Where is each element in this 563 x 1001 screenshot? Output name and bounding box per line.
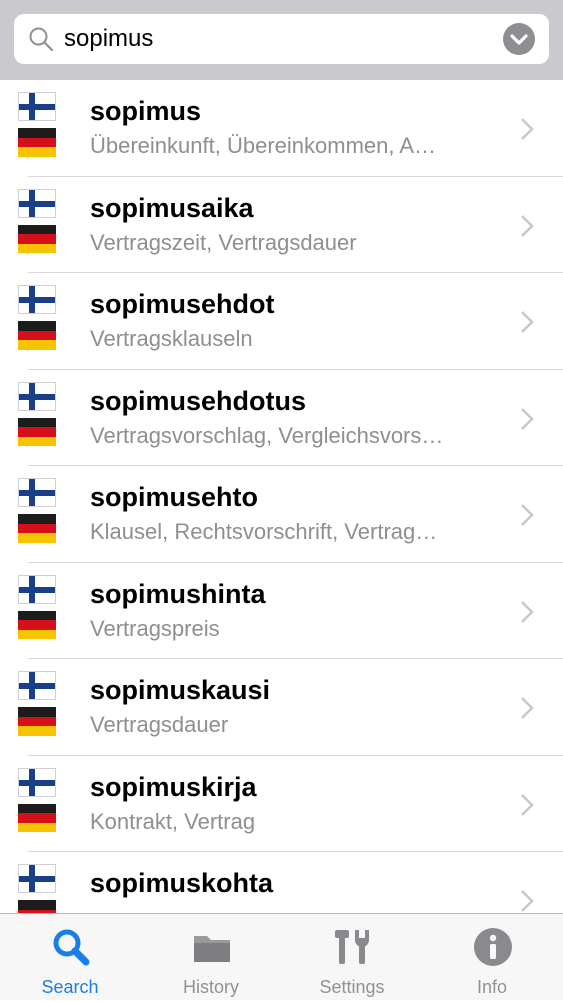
results-list: sopimus Übereinkunft, Übereinkommen, A… …	[0, 80, 563, 913]
translation: Vertragspreis	[90, 615, 220, 641]
finnish-flag-icon	[18, 864, 56, 893]
german-flag-icon	[18, 128, 56, 157]
search-input[interactable]	[64, 14, 484, 64]
info-icon	[474, 928, 512, 966]
term: sopimushinta	[90, 578, 266, 609]
finnish-flag-icon	[18, 285, 56, 314]
term: sopimuskausi	[90, 675, 271, 705]
chevron-right-icon	[521, 407, 534, 430]
list-item[interactable]: sopimuskirja Kontrakt, Vertrag	[0, 756, 563, 853]
german-flag-icon	[18, 610, 56, 640]
chevron-right-icon	[521, 600, 534, 623]
term: sopimusehto	[90, 482, 259, 512]
tools-icon	[335, 930, 369, 964]
finnish-flag-icon	[18, 188, 56, 218]
term: sopimusehdot	[90, 289, 275, 319]
german-flag-icon	[18, 707, 56, 736]
finnish-flag-icon	[18, 574, 56, 604]
german-flag-icon	[18, 803, 56, 833]
list-item[interactable]: sopimuskohta	[0, 852, 563, 913]
tab-history[interactable]: History	[141, 914, 281, 1001]
finnish-flag-icon	[18, 767, 56, 797]
finnish-flag-icon	[18, 478, 56, 507]
chevron-right-icon	[521, 214, 534, 237]
translation: Vertragsdauer	[90, 712, 229, 737]
clear-search-button[interactable]	[503, 23, 535, 55]
chevron-down-icon	[510, 34, 528, 45]
finnish-flag-icon	[18, 671, 56, 700]
chevron-right-icon	[521, 504, 534, 526]
tab-label: Search	[41, 977, 99, 997]
translation: Vertragsvorschlag, Vergleichsvors…	[90, 422, 444, 448]
list-item[interactable]: sopimusehdotus Vertragsvorschlag, Vergle…	[0, 370, 563, 467]
german-flag-icon	[18, 224, 56, 254]
list-item[interactable]: sopimus Übereinkunft, Übereinkommen, A…	[0, 80, 563, 177]
german-flag-icon	[18, 514, 56, 543]
list-item[interactable]: sopimusaika Vertragszeit, Vertragsdauer	[0, 177, 563, 274]
tab-label: Info	[476, 977, 508, 997]
german-flag-icon	[18, 321, 56, 350]
finnish-flag-icon	[18, 381, 56, 411]
tab-info[interactable]: Info	[422, 914, 562, 1001]
german-flag-icon	[18, 900, 56, 913]
term: sopimusaika	[90, 192, 254, 223]
search-icon	[29, 27, 54, 52]
chevron-right-icon	[521, 697, 534, 719]
term: sopimuskirja	[90, 771, 257, 802]
term: sopimus	[90, 96, 202, 126]
tab-label: Settings	[319, 977, 385, 997]
translation: Kontrakt, Vertrag	[90, 808, 256, 834]
translation: Übereinkunft, Übereinkommen, A…	[90, 133, 437, 158]
tab-settings[interactable]: Settings	[282, 914, 422, 1001]
tab-search[interactable]: Search	[0, 914, 140, 1001]
chevron-right-icon	[521, 311, 534, 333]
chevron-right-icon	[521, 118, 534, 140]
german-flag-icon	[18, 417, 56, 447]
list-item[interactable]: sopimusehdot Vertragsklauseln	[0, 273, 563, 370]
finnish-flag-icon	[18, 92, 56, 121]
search-icon	[53, 929, 90, 966]
list-item[interactable]: sopimusehto Klausel, Rechtsvorschrift, V…	[0, 466, 563, 563]
chevron-right-icon	[521, 890, 534, 912]
list-item[interactable]: sopimushinta Vertragspreis	[0, 563, 563, 660]
chevron-right-icon	[521, 793, 534, 816]
tab-bar: Search History Settings Info	[0, 913, 563, 1000]
folder-icon	[194, 936, 230, 962]
translation: Vertragszeit, Vertragsdauer	[90, 229, 357, 255]
term: sopimuskohta	[90, 868, 274, 898]
search-bar	[0, 0, 563, 80]
list-item[interactable]: sopimuskausi Vertragsdauer	[0, 659, 563, 756]
tab-label: History	[182, 977, 239, 997]
translation: Vertragsklauseln	[90, 326, 253, 351]
term: sopimusehdotus	[90, 385, 307, 416]
translation: Klausel, Rechtsvorschrift, Vertrag…	[90, 519, 438, 544]
search-field[interactable]	[14, 14, 549, 64]
